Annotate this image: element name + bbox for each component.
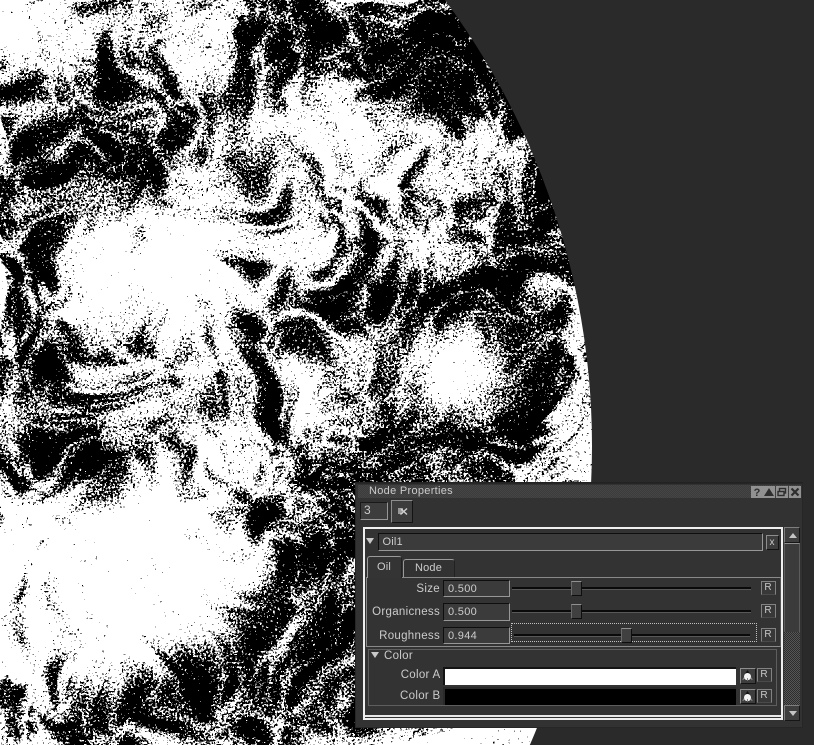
svg-text:?: ? <box>753 487 760 498</box>
